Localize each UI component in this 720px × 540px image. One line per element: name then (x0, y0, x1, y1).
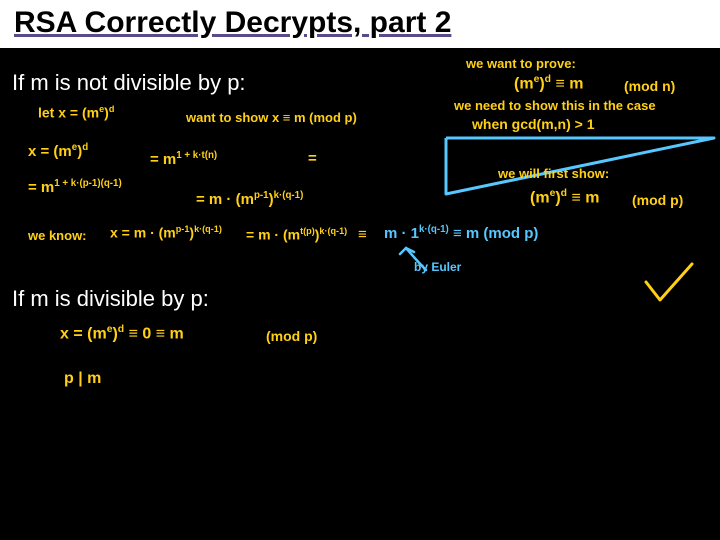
t: x = (m (60, 325, 107, 342)
want-show: want to show x ≡ m (mod p) (186, 110, 357, 125)
t: x = m · (m (110, 225, 176, 241)
t: = m (28, 179, 54, 196)
checkmark-icon (640, 260, 700, 310)
p-divides-m: p | m (64, 370, 101, 388)
by-euler: by Euler (414, 260, 461, 274)
t: k·(q-1) (274, 190, 304, 201)
case2-modp: (mod p) (266, 328, 317, 344)
row-know-eq: ≡ (358, 226, 367, 243)
t: = m (150, 151, 176, 168)
first-show-modp: (mod p) (632, 192, 683, 208)
section-not-divisible: If m is not divisible by p: (12, 70, 246, 96)
t: ≡ m (567, 189, 599, 206)
t: (m (530, 189, 550, 206)
t: ≡ 0 ≡ m (124, 325, 184, 342)
t: k·(q-1) (319, 226, 347, 236)
note-gcd: when gcd(m,n) > 1 (472, 116, 595, 132)
slide-title: RSA Correctly Decrypts, part 2 (14, 6, 451, 40)
note-first-show: we will first show: (498, 166, 609, 181)
t: = m · (m (196, 191, 254, 208)
t: d (109, 104, 115, 114)
t: p-1 (176, 224, 190, 234)
we-know: we know: (28, 228, 87, 243)
row-eq2: = (308, 150, 317, 167)
t: d (82, 142, 88, 153)
t: (m (514, 75, 534, 92)
row-x-eq: x = (me)d (28, 142, 88, 160)
t: m · 1 (384, 225, 419, 242)
row-know-a: x = m · (mp-1)k·(q-1) (110, 224, 222, 241)
t: x = (m (28, 143, 72, 160)
note-want-prove: we want to prove: (466, 56, 576, 71)
t: p-1 (254, 190, 269, 201)
row-m-1ktn: = m1 + k·t(n) (150, 150, 217, 168)
t: t(p) (300, 226, 315, 236)
t: 1 + k·t(n) (176, 150, 217, 161)
t: ≡ m (mod p) (449, 225, 539, 242)
prove-eq: (me)d ≡ m (514, 74, 583, 93)
let-x: let x = (me)d (38, 104, 114, 121)
row-m-pq: = m1 + k·(p-1)(q-1) (28, 178, 122, 196)
row-m-mp1: = m · (mp-1)k·(q-1) (196, 190, 303, 208)
t: ≡ m (551, 75, 583, 92)
note-need-show: we need to show this in the case (454, 98, 656, 113)
t: k·(q-1) (194, 224, 222, 234)
t: = m · (m (246, 227, 300, 243)
t: k·(q-1) (419, 224, 449, 235)
t: let x = (m (38, 105, 99, 121)
row-know-b: = m · (mt(p))k·(q-1) (246, 226, 347, 243)
case2-eq: x = (me)d ≡ 0 ≡ m (60, 324, 184, 343)
t: 1 + k·(p-1)(q-1) (54, 178, 121, 189)
prove-modn: (mod n) (624, 78, 675, 94)
first-show-eq: (me)d ≡ m (530, 188, 599, 207)
section-divisible: If m is divisible by p: (12, 286, 209, 312)
row-m1: m · 1k·(q-1) ≡ m (mod p) (384, 224, 538, 242)
